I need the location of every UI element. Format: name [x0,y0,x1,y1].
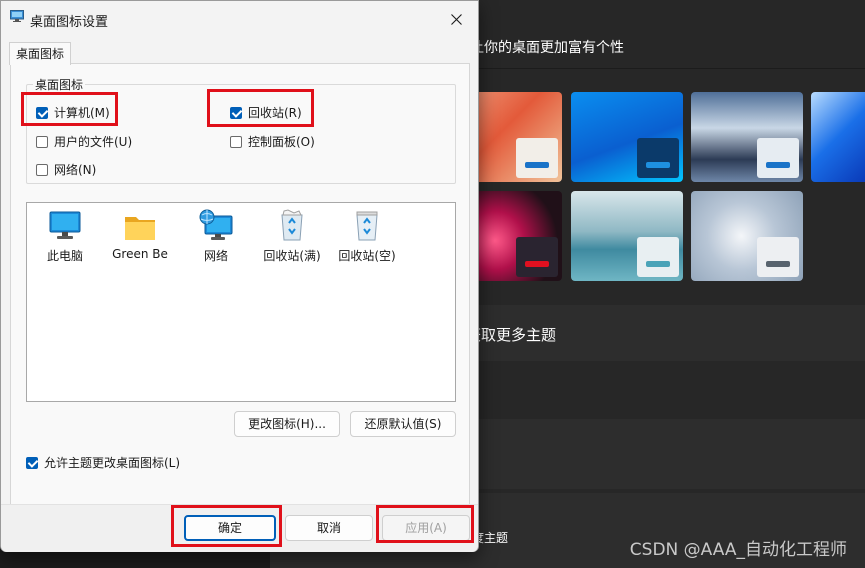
computer-checkbox[interactable]: 计算机(M) [36,104,110,121]
cancel-button[interactable]: 取消 [285,515,373,541]
network-icon [199,209,233,240]
icon-item-user-folder[interactable]: Green Be [103,209,177,261]
recycle-bin-full-icon [281,209,303,241]
ok-button[interactable]: 确定 [184,515,276,541]
checkbox-unchecked-icon [230,135,242,148]
dialog-title: 桌面图标设置 [30,15,109,30]
theme-preview-card [516,138,558,178]
desktop-settings-icon [10,10,24,22]
checkbox-unchecked-icon [36,135,48,148]
icon-label: 网络 [203,249,228,263]
icon-label: 回收站(满) [263,249,321,263]
change-icon-button[interactable]: 更改图标(H)... [234,411,340,437]
group-label: 桌面图标 [33,76,86,93]
close-button[interactable] [442,7,470,31]
checkbox-label: 控制面板(O) [248,135,315,149]
desktop-icon-settings-dialog: 桌面图标设置 桌面图标 桌面图标 计算机(M) 回收站(R) 用户的文件(U) … [0,0,479,552]
theme-tile-mountain[interactable] [691,92,803,182]
theme-preview-card [637,138,679,178]
allow-themes-checkbox[interactable]: 允许主题更改桌面图标(L) [26,454,180,471]
network-checkbox[interactable]: 网络(N) [36,161,96,178]
icon-item-recycle-full[interactable]: 回收站(满) [255,209,329,264]
monitor-icon [49,211,81,239]
theme-preview-card [757,138,799,178]
theme-tile-lake[interactable] [571,191,683,281]
theme-preview-card [757,237,799,277]
icon-label: 此电脑 [46,249,83,263]
recycle-bin-checkbox[interactable]: 回收站(R) [230,104,302,121]
theme-preview-card [516,237,558,277]
checkbox-label: 允许主题更改桌面图标(L) [44,456,181,470]
tab-desktop-icons[interactable]: 桌面图标 [9,42,72,65]
checkbox-label: 网络(N) [54,163,97,177]
close-icon [450,13,462,25]
checkbox-checked-icon [36,106,48,119]
folder-icon [125,217,155,240]
more-themes-label: 获取更多主题 [466,326,557,344]
checkbox-label: 计算机(M) [54,106,110,120]
title-bar[interactable]: 桌面图标设置 [1,1,478,35]
checkbox-checked-icon [230,106,242,119]
checkbox-label: 回收站(R) [248,106,302,120]
icon-label: Green Be [112,247,168,261]
theme-tile-silver[interactable] [691,191,803,281]
user-files-checkbox[interactable]: 用户的文件(U) [36,133,132,150]
icon-list[interactable]: 此电脑 Green Be 网络 回收站(满) 回收站(空) [26,202,456,402]
restore-default-button[interactable]: 还原默认值(S) [350,411,456,437]
recycle-bin-empty-icon [356,211,378,241]
personalize-header-text: 让你的桌面更加富有个性 [470,40,624,56]
icon-label: 回收站(空) [338,249,396,263]
watermark: CSDN @AAA_自动化工程师 [629,540,847,560]
checkbox-label: 用户的文件(U) [54,135,133,149]
checkbox-checked-icon [26,456,38,469]
icon-item-this-pc[interactable]: 此电脑 [28,209,102,264]
theme-preview-card [637,237,679,277]
apply-button[interactable]: 应用(A) [382,515,470,541]
icon-item-recycle-empty[interactable]: 回收站(空) [330,209,404,264]
icon-item-network[interactable]: 网络 [179,209,253,264]
theme-tile-blue[interactable] [571,92,683,182]
theme-tile-bloom[interactable] [811,92,865,182]
checkbox-unchecked-icon [36,163,48,176]
control-panel-checkbox[interactable]: 控制面板(O) [230,133,315,150]
